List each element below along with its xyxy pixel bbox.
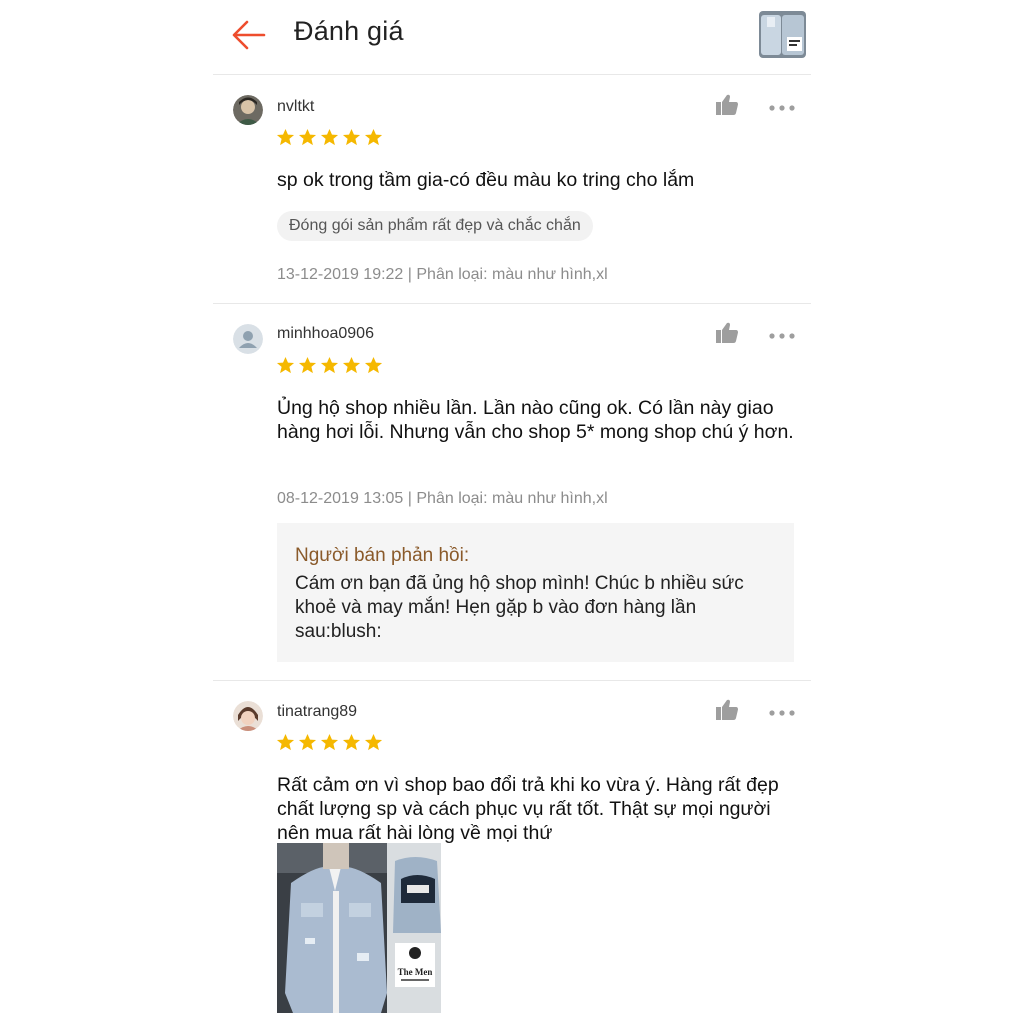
star-icon (276, 733, 295, 751)
thumbs-up-icon (716, 322, 738, 343)
thumbs-up-icon (716, 94, 738, 115)
avatar[interactable] (233, 701, 263, 731)
review-item: tinatrang89 Rất cảm ơn vì shop bao đổi t… (213, 681, 811, 1024)
star-icon (320, 356, 339, 374)
review-comment: Rất cảm ơn vì shop bao đổi trả khi ko vừ… (277, 774, 779, 844)
star-icon (320, 128, 339, 146)
review-meta: 13-12-2019 19:22 | Phân loại: màu như hì… (277, 266, 608, 283)
review-photo[interactable]: The Men (277, 843, 441, 1013)
rating-stars (276, 128, 383, 150)
arrow-left-icon (232, 20, 266, 50)
star-icon (342, 128, 361, 146)
avatar[interactable] (233, 324, 263, 354)
review-item: nvltkt sp ok trong tầm gia-có đều màu ko… (213, 75, 811, 303)
page-title: Đánh giá (294, 16, 404, 46)
star-icon (276, 128, 295, 146)
like-button[interactable] (715, 322, 739, 344)
review-meta: 08-12-2019 13:05 | Phân loại: màu như hì… (277, 490, 608, 507)
more-options-icon (769, 333, 795, 339)
more-options-button[interactable] (769, 100, 795, 111)
review-comment: sp ok trong tầm gia-có đều màu ko tring … (277, 169, 695, 191)
review-comment: Ủng hộ shop nhiều lần. Lần nào cũng ok. … (277, 397, 794, 443)
like-button[interactable] (715, 699, 739, 721)
more-options-button[interactable] (769, 705, 795, 716)
back-button[interactable] (231, 18, 267, 52)
rating-stars (276, 733, 383, 755)
rating-stars (276, 356, 383, 378)
username: minhhoa0906 (277, 325, 374, 342)
star-icon (364, 128, 383, 146)
star-icon (364, 733, 383, 751)
star-icon (364, 356, 383, 374)
product-thumbnail[interactable] (759, 11, 806, 58)
brand-logo-text: The Men (398, 967, 433, 977)
review-item: minhhoa0906 Ủng hộ shop nhiều lần. Lần n… (213, 304, 811, 680)
star-icon (298, 128, 317, 146)
more-options-icon (769, 710, 795, 716)
like-button[interactable] (715, 94, 739, 116)
star-icon (276, 356, 295, 374)
seller-reply-title: Người bán phản hồi: (295, 545, 470, 566)
seller-reply-text: Cám ơn bạn đã ủng hộ shop mình! Chúc b n… (295, 573, 744, 642)
seller-reply: Người bán phản hồi: Cám ơn bạn đã ủng hộ… (277, 523, 794, 662)
star-icon (320, 733, 339, 751)
star-icon (342, 733, 361, 751)
avatar[interactable] (233, 95, 263, 125)
username: tinatrang89 (277, 703, 358, 720)
reviews-screen: Đánh giá nvltkt sp ok trong tầm gia-có đ… (213, 0, 811, 1024)
more-options-icon (769, 105, 795, 111)
more-options-button[interactable] (769, 328, 795, 339)
thumbs-up-icon (716, 699, 738, 720)
username: nvltkt (277, 98, 315, 115)
review-tag[interactable]: Đóng gói sản phẩm rất đẹp và chắc chắn (277, 211, 593, 241)
star-icon (298, 733, 317, 751)
star-icon (342, 356, 361, 374)
header: Đánh giá (213, 0, 811, 75)
star-icon (298, 356, 317, 374)
